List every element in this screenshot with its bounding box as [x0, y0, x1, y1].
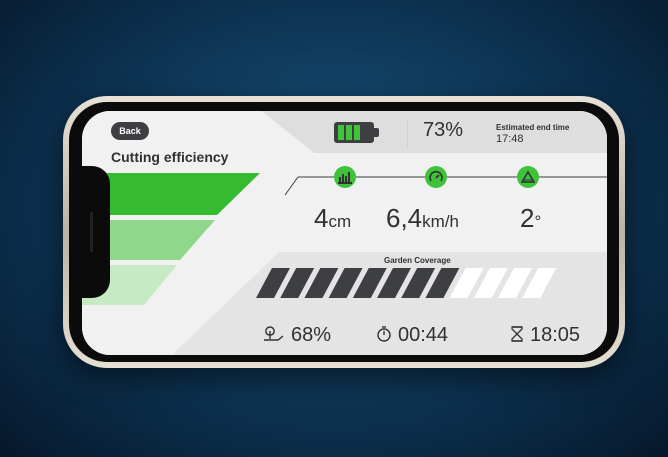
battery-nub: [374, 128, 379, 137]
estimated-end-label: Estimated end time: [496, 123, 570, 132]
phone-notch: [82, 166, 110, 298]
phone-frame: Back Cutting efficiency 73% Estimated en…: [63, 96, 625, 368]
slope-value: 2°: [520, 203, 542, 233]
stopwatch-icon: [377, 326, 391, 342]
page-title: Cutting efficiency: [111, 149, 229, 165]
elapsed-time-stat: 00:44: [376, 324, 448, 347]
garden-coverage-label: Garden Coverage: [384, 256, 451, 265]
coverage-stat: 68%: [263, 324, 331, 347]
cutting-height-value: 4cm: [314, 203, 352, 233]
speed-value: 6,4km/h: [386, 203, 459, 233]
slope-icon: [517, 166, 539, 188]
tree-icon: [264, 326, 284, 341]
hourglass-icon: [511, 325, 523, 342]
battery-cell: [346, 125, 352, 140]
back-button[interactable]: Back: [111, 122, 149, 140]
speedometer-icon: [425, 166, 447, 188]
app-screen: Back Cutting efficiency 73% Estimated en…: [82, 111, 607, 355]
estimated-end-time: 17:48: [496, 133, 524, 145]
end-time-stat: 18:05: [510, 324, 580, 347]
header-divider: [407, 119, 408, 149]
battery-cell: [338, 125, 344, 140]
battery-percentage: 73%: [423, 119, 464, 141]
battery-icon: [334, 122, 379, 143]
phone-speaker: [90, 212, 93, 252]
battery-cell: [354, 125, 360, 140]
height-icon: [334, 166, 356, 188]
